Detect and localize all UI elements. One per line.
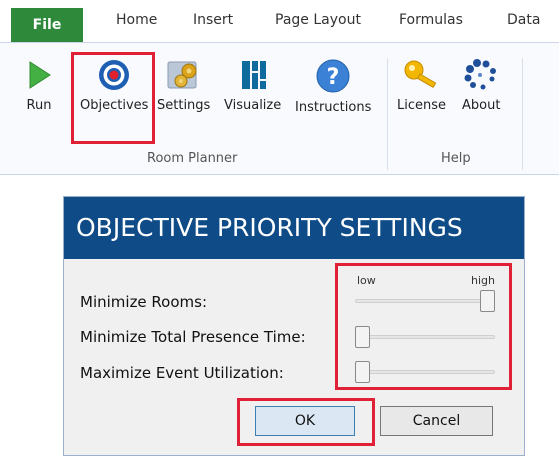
settings-button[interactable]: Settings bbox=[157, 58, 210, 113]
svg-text:?: ? bbox=[327, 65, 340, 90]
play-icon bbox=[29, 61, 51, 89]
tab-formulas[interactable]: Formulas bbox=[399, 12, 463, 28]
group-separator bbox=[387, 58, 388, 170]
minimize-rooms-label: Minimize Rooms: bbox=[80, 293, 208, 311]
about-label: About bbox=[462, 98, 501, 113]
gears-icon bbox=[167, 61, 197, 89]
about-button[interactable]: About bbox=[462, 58, 500, 113]
tab-data[interactable]: Data bbox=[507, 12, 540, 28]
dots-icon bbox=[464, 59, 497, 90]
run-button[interactable]: Run bbox=[22, 58, 56, 113]
minimize-presence-label: Minimize Total Presence Time: bbox=[80, 328, 306, 346]
help-icon: ? bbox=[316, 59, 350, 93]
dialog-title: OBJECTIVE PRIORITY SETTINGS bbox=[64, 197, 524, 259]
visualize-label: Visualize bbox=[224, 98, 282, 113]
objectives-highlight bbox=[71, 52, 155, 144]
tab-page-layout[interactable]: Page Layout bbox=[275, 12, 361, 28]
group-separator bbox=[522, 58, 523, 170]
instructions-button[interactable]: ? Instructions bbox=[295, 58, 371, 115]
visualize-icon bbox=[241, 61, 266, 89]
license-label: License bbox=[397, 98, 447, 113]
tab-file[interactable]: File bbox=[11, 8, 83, 42]
group-label-help: Help bbox=[441, 151, 471, 166]
key-icon bbox=[404, 60, 436, 89]
cancel-button[interactable]: Cancel bbox=[380, 406, 493, 436]
maximize-utilization-label: Maximize Event Utilization: bbox=[80, 364, 284, 382]
license-button[interactable]: License bbox=[397, 58, 446, 113]
instructions-label: Instructions bbox=[295, 100, 372, 115]
tab-insert[interactable]: Insert bbox=[193, 12, 233, 28]
visualize-button[interactable]: Visualize bbox=[224, 58, 281, 113]
group-label-room-planner: Room Planner bbox=[147, 151, 238, 166]
run-label: Run bbox=[26, 98, 52, 113]
ribbon-tab-bar: File Home Insert Page Layout Formulas Da… bbox=[0, 0, 559, 43]
ok-highlight bbox=[237, 398, 375, 446]
tab-home[interactable]: Home bbox=[116, 12, 157, 28]
settings-label: Settings bbox=[157, 98, 211, 113]
sliders-highlight bbox=[335, 263, 512, 390]
